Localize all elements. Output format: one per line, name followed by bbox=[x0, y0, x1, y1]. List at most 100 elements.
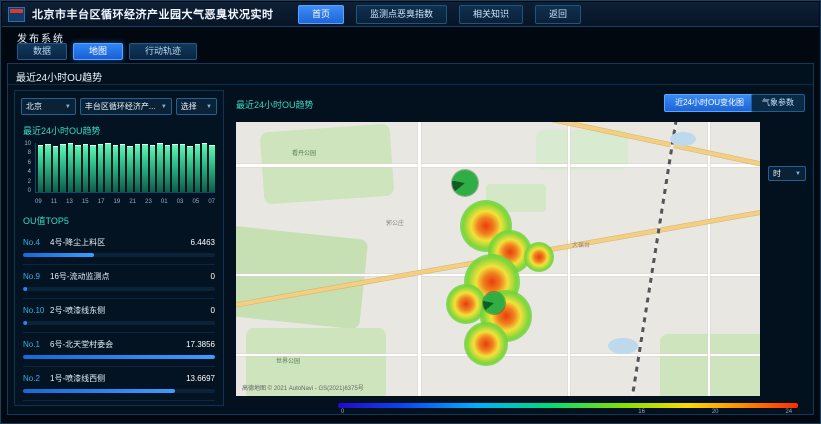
station-pie-marker[interactable] bbox=[452, 170, 478, 196]
x-tick-label: 03 bbox=[177, 199, 184, 205]
trend-bar bbox=[127, 146, 132, 192]
map-road bbox=[568, 122, 570, 396]
trend-bar bbox=[60, 144, 65, 192]
y-tick-label: 6 bbox=[28, 160, 31, 166]
x-tick-label: 07 bbox=[208, 199, 215, 205]
ou-change-chart-button[interactable]: 近24小时OU变化图 bbox=[664, 94, 755, 112]
trend-bar bbox=[187, 146, 192, 192]
x-tick-label: 15 bbox=[82, 199, 89, 205]
app-title: 北京市丰台区循环经济产业园大气恶臭状况实时 bbox=[32, 6, 274, 22]
top5-progress-track bbox=[23, 321, 215, 325]
top5-row: No.1 6号-北天堂村委会 17.3856 bbox=[23, 333, 215, 367]
top5-name: 1号-喷漆线西侧 bbox=[50, 373, 186, 384]
map-water bbox=[670, 132, 696, 146]
x-tick-label: 01 bbox=[161, 199, 168, 205]
app-header: 北京市丰台区循环经济产业园大气恶臭状况实时 首页 监测点恶臭指数 相关知识 返回 bbox=[2, 2, 819, 27]
top5-name: 4号-降尘上料区 bbox=[50, 237, 191, 248]
y-tick-label: 8 bbox=[28, 150, 31, 156]
top5-progress-fill bbox=[23, 253, 94, 257]
x-tick-label: 09 bbox=[35, 199, 42, 205]
area-select[interactable]: 丰台区循环经济产... ▼ bbox=[80, 98, 172, 115]
time-unit-select[interactable]: 时 ▼ bbox=[768, 166, 806, 181]
tab-track[interactable]: 行动轨迹 bbox=[129, 43, 197, 60]
x-tick-label: 23 bbox=[145, 199, 152, 205]
y-tick-label: 10 bbox=[24, 141, 31, 147]
trend-bar bbox=[90, 145, 95, 192]
panel-title: 最近24小时OU趋势 bbox=[16, 69, 102, 84]
ou-top5-list: No.4 4号-降尘上料区 6.4463 No.9 16号-流动监测点 0 bbox=[15, 231, 223, 401]
trend-bar bbox=[150, 145, 155, 192]
top5-value: 17.3856 bbox=[186, 340, 215, 349]
trend-bar bbox=[157, 143, 162, 192]
trend-bar bbox=[53, 146, 58, 192]
trend-bar bbox=[142, 144, 147, 192]
city-select[interactable]: 北京 ▼ bbox=[21, 98, 76, 115]
map-canvas[interactable]: 看丹公园 大葆台 世界公园 郭公庄 高德地图 © 2021 AutoNavi -… bbox=[236, 122, 760, 396]
trend-bar bbox=[195, 144, 200, 192]
top5-name: 6号-北天堂村委会 bbox=[50, 339, 186, 350]
top5-section-title: OU值TOP5 bbox=[23, 214, 223, 227]
top5-name: 16号-流动监测点 bbox=[50, 271, 211, 282]
ou-trend-chart: 1086420 091113151719212301030507 bbox=[21, 141, 217, 205]
trend-x-axis: 091113151719212301030507 bbox=[35, 199, 215, 205]
trend-bar bbox=[180, 144, 185, 192]
map-park-area bbox=[236, 224, 368, 329]
filter-bar: 北京 ▼ 丰台区循环经济产... ▼ 选择 ▼ bbox=[15, 91, 223, 115]
chevron-down-icon: ▼ bbox=[161, 104, 167, 110]
top5-row: No.2 1号-喷漆线西侧 13.6697 bbox=[23, 367, 215, 401]
legend-tick-label: 0 bbox=[341, 409, 344, 415]
dashboard-page: 北京市丰台区循环经济产业园大气恶臭状况实时 首页 监测点恶臭指数 相关知识 返回… bbox=[0, 0, 821, 424]
legend-tick-label: 20 bbox=[712, 409, 719, 415]
top5-name: 2号-喷漆线东侧 bbox=[50, 305, 211, 316]
heatmap-legend-ticks: 0162024 bbox=[338, 409, 798, 418]
map-label: 郭公庄 bbox=[386, 218, 404, 227]
chevron-down-icon: ▼ bbox=[795, 171, 801, 177]
heatmap-legend-gradient bbox=[338, 403, 798, 408]
top5-row: No.4 4号-降尘上料区 6.4463 bbox=[23, 231, 215, 265]
map-attribution: 高德地图 © 2021 AutoNavi - GS(2021)6375号 bbox=[242, 383, 364, 392]
main-nav: 首页 监测点恶臭指数 相关知识 返回 bbox=[298, 5, 581, 24]
map-water bbox=[608, 338, 638, 354]
trend-bar bbox=[75, 145, 80, 192]
map-park-area bbox=[660, 334, 760, 396]
trend-section-title: 最近24小时OU趋势 bbox=[23, 124, 223, 137]
trend-bar bbox=[105, 143, 110, 192]
top5-value: 0 bbox=[211, 306, 215, 315]
trend-y-axis: 1086420 bbox=[21, 141, 33, 194]
tab-data[interactable]: 数据 bbox=[17, 43, 67, 60]
nav-home[interactable]: 首页 bbox=[298, 5, 344, 24]
area-select-value: 丰台区循环经济产... bbox=[85, 101, 156, 112]
time-unit-value: 时 bbox=[773, 168, 781, 179]
view-tabs: 数据 地图 行动轨迹 bbox=[17, 43, 197, 60]
nav-knowledge[interactable]: 相关知识 bbox=[459, 5, 523, 24]
trend-bar bbox=[83, 144, 88, 192]
top5-progress-track bbox=[23, 287, 215, 291]
top5-row: No.10 2号-喷漆线东侧 0 bbox=[23, 299, 215, 333]
weather-params-button[interactable]: 气象参数 bbox=[751, 94, 805, 112]
trend-bar bbox=[172, 144, 177, 192]
map-label: 看丹公园 bbox=[292, 148, 316, 157]
x-tick-label: 19 bbox=[114, 199, 121, 205]
top5-rank: No.1 bbox=[23, 340, 50, 349]
top5-value: 13.6697 bbox=[186, 374, 215, 383]
legend-tick-label: 16 bbox=[638, 409, 645, 415]
station-select[interactable]: 选择 ▼ bbox=[176, 98, 217, 115]
heatmap-blob bbox=[464, 322, 508, 366]
chevron-down-icon: ▼ bbox=[206, 104, 212, 110]
top5-rank: No.10 bbox=[23, 306, 50, 315]
top5-rank: No.9 bbox=[23, 272, 50, 281]
map-road bbox=[418, 122, 421, 396]
top5-progress-fill bbox=[23, 287, 27, 291]
y-tick-label: 2 bbox=[28, 179, 31, 185]
tab-map[interactable]: 地图 bbox=[73, 43, 123, 60]
top5-rank: No.4 bbox=[23, 238, 50, 247]
nav-odor-index[interactable]: 监测点恶臭指数 bbox=[356, 5, 447, 24]
trend-bar bbox=[113, 145, 118, 192]
trend-bar bbox=[98, 144, 103, 192]
trend-bar bbox=[120, 144, 125, 192]
station-pie-marker[interactable] bbox=[483, 292, 505, 314]
top5-value: 6.4463 bbox=[191, 238, 215, 247]
nav-back[interactable]: 返回 bbox=[535, 5, 581, 24]
x-tick-label: 17 bbox=[98, 199, 105, 205]
heatmap-blob bbox=[524, 242, 554, 272]
